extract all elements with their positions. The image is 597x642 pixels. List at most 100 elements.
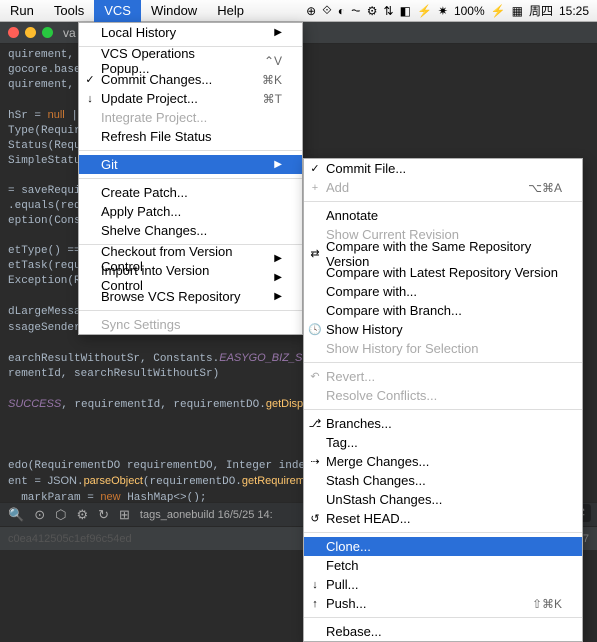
minimize-icon[interactable] (25, 27, 36, 38)
status-icon: ✷ (438, 4, 448, 18)
menu-item-import-into-version-control[interactable]: Import into Version Control▶ (79, 268, 302, 287)
menu-label: Show History (326, 322, 403, 337)
submenu-arrow-icon: ▶ (250, 159, 282, 170)
menu-label: Pull... (326, 577, 359, 592)
shortcut: ⌘K (238, 73, 282, 87)
menu-run[interactable]: Run (0, 0, 44, 22)
shortcut: ⌥⌘A (504, 181, 562, 195)
menu-item-commit-changes[interactable]: ✓ Commit Changes... ⌘K (79, 70, 302, 89)
menu-label: Push... (326, 596, 366, 611)
menu-item-clone[interactable]: Clone... (304, 537, 582, 556)
menu-item-branches[interactable]: ⎇Branches... (304, 414, 582, 433)
menu-label: UnStash Changes... (326, 492, 442, 507)
tags-label: tags_aonebuild (140, 509, 215, 521)
close-icon[interactable] (8, 27, 19, 38)
menu-item-show-history-for-selection: Show History for Selection (304, 339, 582, 358)
menu-item-fetch[interactable]: Fetch (304, 556, 582, 575)
clock-time: 15:25 (559, 4, 589, 18)
status-icon: ◐ (338, 4, 345, 18)
menu-item-browse-vcs-repository[interactable]: Browse VCS Repository ▶ (79, 287, 302, 306)
refresh-icon[interactable]: ↻ (98, 507, 109, 523)
menu-label: Show History for Selection (326, 341, 478, 356)
menu-item-push[interactable]: ↑Push...⇧⌘K (304, 594, 582, 613)
status-icon: ◧ (400, 4, 411, 18)
menu-item-integrate-project: Integrate Project... (79, 108, 302, 127)
grid-icon[interactable]: ⊞ (119, 507, 130, 523)
menu-item-update-project[interactable]: ↓Update Project...⌘T (79, 89, 302, 108)
menu-label: Tag... (326, 435, 358, 450)
menu-label: Annotate (326, 208, 378, 223)
menu-item-revert: ↶ Revert... (304, 367, 582, 386)
traffic-lights[interactable] (8, 27, 53, 38)
menu-item-compare-with-the-same-repository-version[interactable]: ⇄Compare with the Same Repository Versio… (304, 244, 582, 263)
gear-icon[interactable]: ⚙ (76, 507, 88, 523)
menu-item-git[interactable]: Git▶ (79, 155, 302, 174)
charging-icon: ⚡ (491, 4, 506, 18)
submenu-arrow-icon: ▶ (250, 272, 282, 283)
menu-item-compare-with[interactable]: Compare with... (304, 282, 582, 301)
menu-label: Stash Changes... (326, 473, 426, 488)
battery-percent: 100% (454, 4, 485, 18)
menu-item-reset-head[interactable]: ↺Reset HEAD... (304, 509, 582, 528)
menu-icon: ↓ (83, 93, 97, 105)
macos-menubar: Run Tools VCS Window Help ⊕ ⟐ ◐ ⏦ ⚙ ⇅ ◧ … (0, 0, 597, 22)
menu-item-rebase[interactable]: Rebase... (304, 622, 582, 641)
menu-label: Clone... (326, 539, 371, 554)
menubar-status: ⊕ ⟐ ◐ ⏦ ⚙ ⇅ ◧ ⚡ ✷ 100% ⚡ ▦ 周四 15:25 (306, 2, 597, 19)
menu-item-create-patch[interactable]: Create Patch... (79, 183, 302, 202)
menu-label: Resolve Conflicts... (326, 388, 437, 403)
menu-label: Revert... (326, 369, 375, 384)
menu-help[interactable]: Help (207, 0, 254, 22)
submenu-arrow-icon: ▶ (250, 27, 282, 38)
menu-item-pull[interactable]: ↓ Pull... (304, 575, 582, 594)
input-flag-icon: ▦ (512, 4, 523, 18)
search-icon[interactable]: 🔍 (8, 507, 24, 523)
menu-label: Local History (101, 25, 176, 40)
hex-icon[interactable]: ⬡ (55, 507, 66, 523)
shortcut: ⌃V (240, 54, 282, 68)
menu-label: Browse VCS Repository (101, 289, 240, 304)
menu-label: Apply Patch... (101, 204, 181, 219)
date-label: 16/5/25 14: (218, 509, 273, 521)
vcs-dropdown: Local History▶VCS Operations Popup...⌃V✓… (78, 22, 303, 335)
menu-item-local-history[interactable]: Local History ▶ (79, 23, 302, 42)
menu-icon: ↑ (308, 598, 322, 610)
menu-item-compare-with-branch[interactable]: Compare with Branch... (304, 301, 582, 320)
menu-item-refresh-file-status[interactable]: Refresh File Status (79, 127, 302, 146)
menu-label: Commit Changes... (101, 72, 212, 87)
menu-item-apply-patch[interactable]: Apply Patch... (79, 202, 302, 221)
menu-icon: ✓ (83, 73, 97, 86)
menu-label: Compare with Latest Repository Version (326, 265, 558, 280)
menu-item-shelve-changes[interactable]: Shelve Changes... (79, 221, 302, 240)
menu-item-vcs-operations-popup[interactable]: VCS Operations Popup...⌃V (79, 51, 302, 70)
menu-item-show-history[interactable]: 🕓Show History (304, 320, 582, 339)
menu-label: Add (326, 180, 349, 195)
menu-item-resolve-conflicts: Resolve Conflicts... (304, 386, 582, 405)
menu-vcs[interactable]: VCS (94, 0, 141, 22)
menu-icon: ↓ (308, 579, 322, 591)
menu-label: Create Patch... (101, 185, 188, 200)
menu-label: Sync Settings (101, 317, 181, 332)
maximize-icon[interactable] (42, 27, 53, 38)
menu-item-compare-with-latest-repository-version[interactable]: Compare with Latest Repository Version (304, 263, 582, 282)
menu-item-commit-file[interactable]: ✓Commit File... (304, 159, 582, 178)
commit-hash: c0ea412505c1ef96c54ed (8, 533, 132, 545)
menu-item-stash-changes[interactable]: Stash Changes... (304, 471, 582, 490)
menu-item-unstash-changes[interactable]: UnStash Changes... (304, 490, 582, 509)
menu-item-tag[interactable]: Tag... (304, 433, 582, 452)
menu-label: Update Project... (101, 91, 198, 106)
menu-item-annotate[interactable]: Annotate (304, 206, 582, 225)
menu-window[interactable]: Window (141, 0, 207, 22)
menu-label: Compare with Branch... (326, 303, 462, 318)
menu-icon: ⇢ (308, 455, 322, 468)
git-submenu: ✓Commit File...+Add⌥⌘AAnnotateShow Curre… (303, 158, 583, 642)
menu-icon: ↺ (308, 512, 322, 525)
menu-icon: ↶ (308, 370, 322, 383)
status-icon: ⟐ (322, 3, 331, 18)
target-icon[interactable]: ⊙ (34, 507, 45, 523)
submenu-arrow-icon: ▶ (250, 291, 282, 302)
menu-tools[interactable]: Tools (44, 0, 94, 22)
status-icon: ⊕ (306, 4, 316, 18)
menu-label: Shelve Changes... (101, 223, 207, 238)
menu-item-merge-changes[interactable]: ⇢Merge Changes... (304, 452, 582, 471)
